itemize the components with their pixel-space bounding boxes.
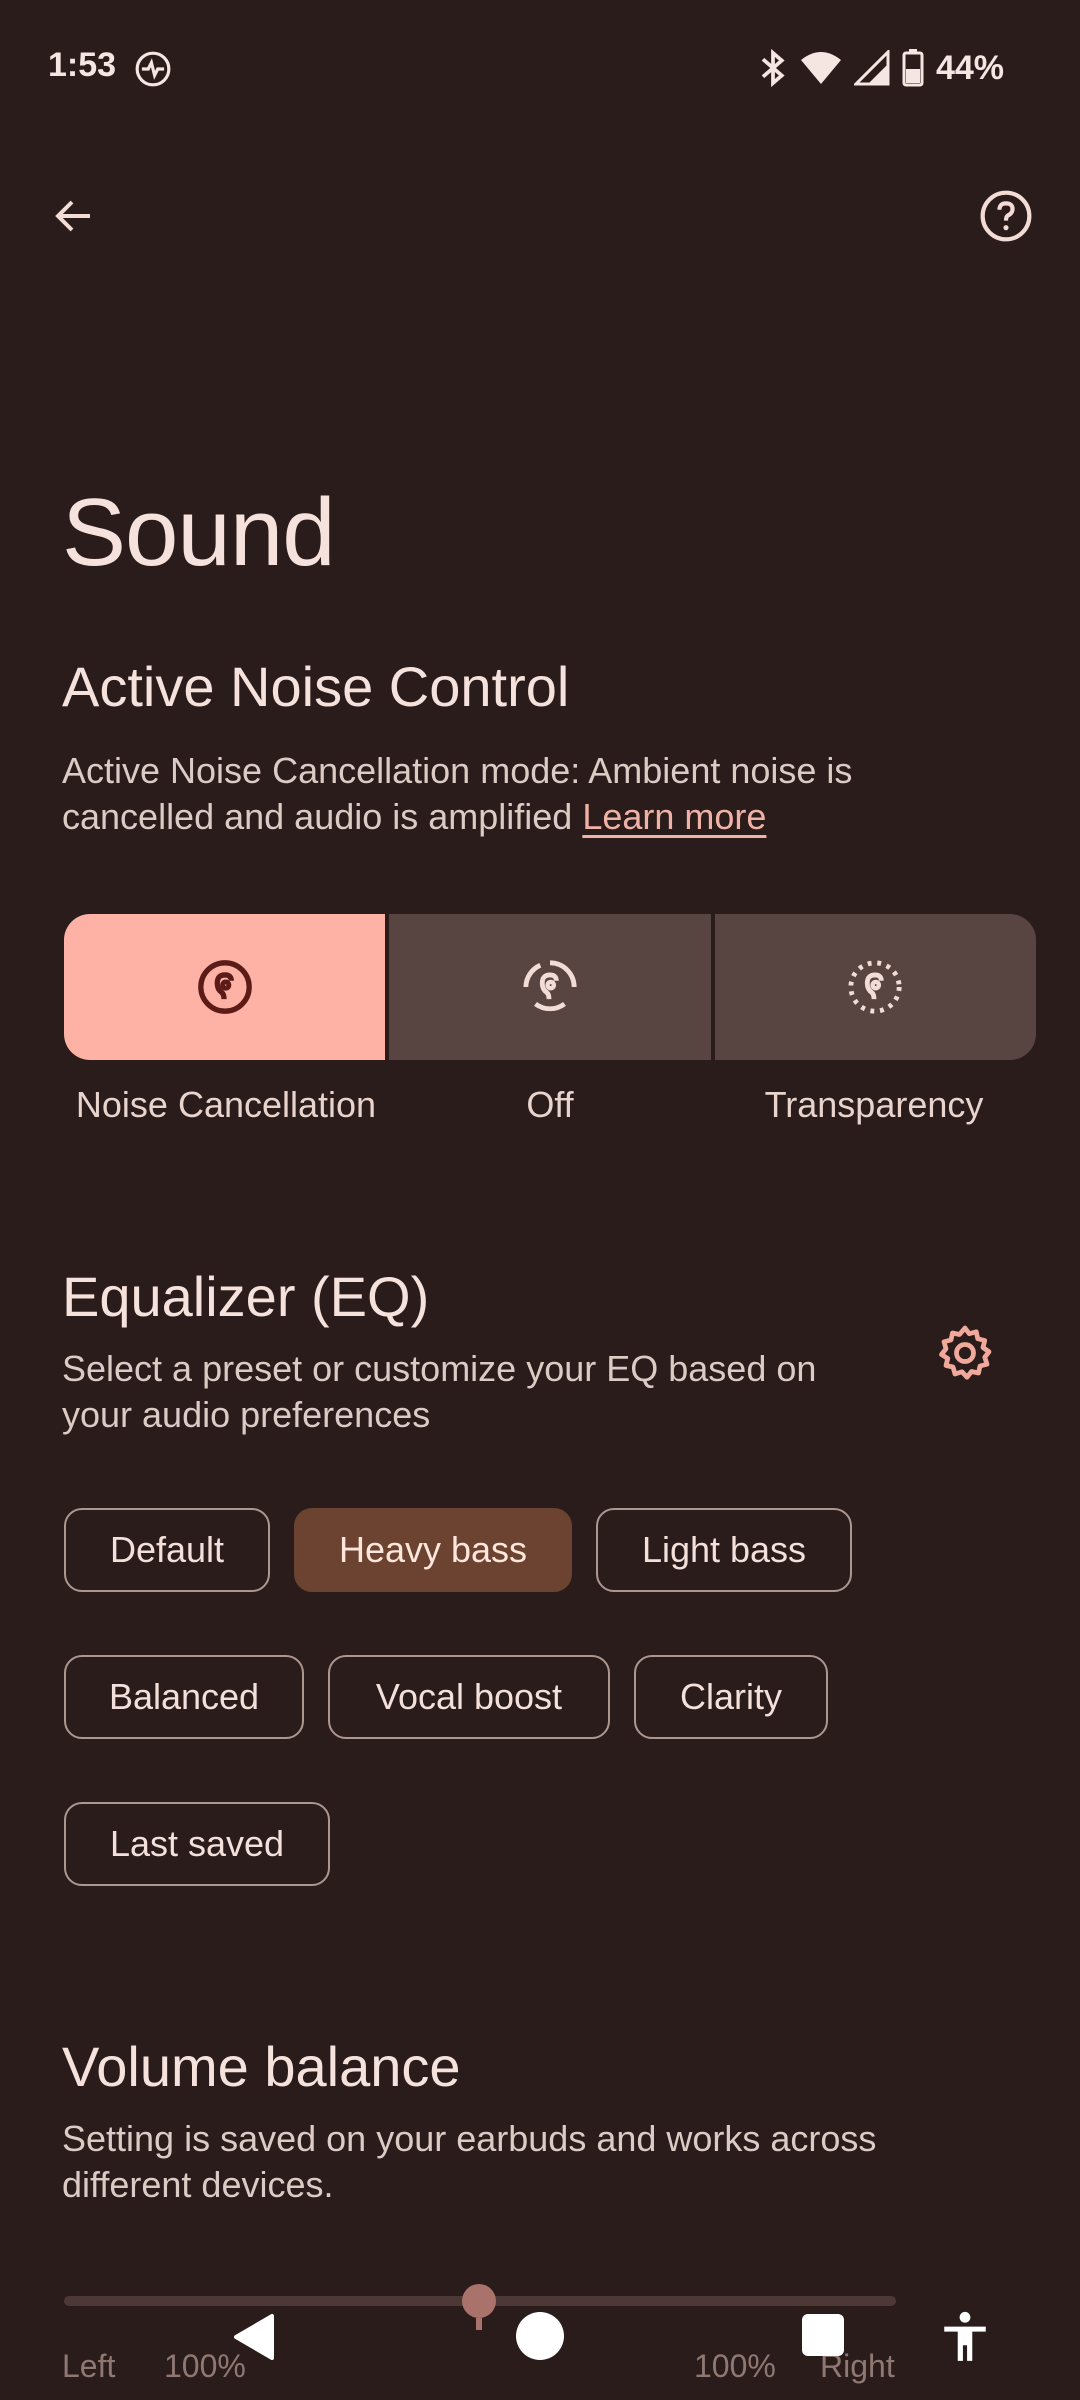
anc-label-off: Off — [526, 1084, 574, 1125]
balance-right-value: 100% — [694, 2348, 776, 2384]
anc-section-title: Active Noise Control — [62, 655, 570, 718]
volume-balance-center-tick — [476, 2318, 482, 2330]
eq-settings-button[interactable] — [930, 1318, 1000, 1388]
status-time: 1:53 — [48, 46, 117, 84]
anc-label-noise-cancellation: Noise Cancellation — [75, 1084, 377, 1125]
anc-off-icon — [523, 960, 577, 1012]
eq-preset-light-bass[interactable]: Light bass — [596, 1508, 852, 1592]
gear-icon — [939, 1325, 992, 1380]
eq-preset-heavy-bass[interactable]: Heavy bass — [294, 1508, 572, 1592]
nav-recents-icon[interactable] — [802, 2314, 844, 2356]
activity-icon — [135, 51, 171, 87]
volume-balance-description: Setting is saved on your earbuds and wor… — [62, 2118, 877, 2205]
anc-mode-selector — [64, 914, 1036, 1060]
eq-preset-balanced[interactable]: Balanced — [64, 1655, 304, 1739]
sound-settings-screen: 1:53 44% Sound Active Noise Control Acti… — [0, 0, 1080, 2400]
volume-balance-thumb[interactable] — [462, 2284, 496, 2318]
eq-preset-default[interactable]: Default — [64, 1508, 270, 1592]
cell-signal-icon — [853, 50, 890, 86]
status-bar: 1:53 44% — [0, 0, 1080, 136]
anc-mode-labels: Noise Cancellation Off Transparency — [64, 1084, 1036, 1126]
page-title: Sound — [62, 479, 336, 586]
battery-percent: 44% — [935, 48, 1004, 87]
anc-description: Active Noise Cancellation mode: Ambient … — [62, 748, 962, 840]
accessibility-icon[interactable] — [940, 2310, 990, 2364]
anc-mode-off[interactable] — [385, 914, 711, 1060]
noise-cancellation-icon — [197, 960, 252, 1014]
eq-preset-last-saved[interactable]: Last saved — [64, 1802, 330, 1886]
volume-balance-title: Volume balance — [62, 2035, 461, 2098]
battery-icon — [902, 49, 924, 87]
eq-preset-vocal-boost[interactable]: Vocal boost — [328, 1655, 610, 1739]
help-circle-icon — [980, 190, 1032, 242]
bluetooth-icon — [761, 48, 785, 88]
nav-home-icon[interactable] — [516, 2312, 564, 2360]
status-icons: 44% — [758, 46, 1004, 90]
arrow-left-icon — [55, 200, 90, 232]
transparency-icon — [848, 960, 902, 1014]
wifi-icon — [800, 52, 841, 84]
eq-section-title: Equalizer (EQ) — [62, 1265, 430, 1328]
anc-label-transparency: Transparency — [764, 1084, 984, 1125]
balance-left-label: Left — [62, 2348, 116, 2384]
anc-mode-transparency[interactable] — [710, 914, 1036, 1060]
learn-more-link[interactable]: Learn more — [582, 796, 766, 837]
help-button[interactable] — [976, 186, 1036, 246]
back-button[interactable] — [44, 186, 104, 246]
eq-preset-clarity[interactable]: Clarity — [634, 1655, 828, 1739]
nav-back-icon[interactable] — [230, 2312, 280, 2362]
anc-mode-noise-cancellation[interactable] — [64, 914, 386, 1060]
eq-description: Select a preset or customize your EQ bas… — [62, 1348, 817, 1435]
